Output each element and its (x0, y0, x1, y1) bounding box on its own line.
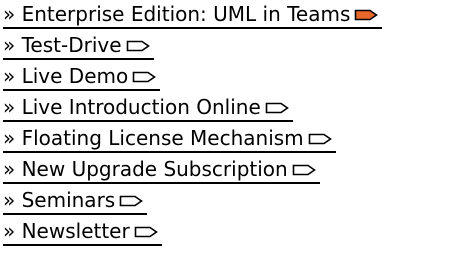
menu-item: » Newsletter (3, 219, 382, 250)
menu-link-enterprise-edition[interactable]: » Enterprise Edition: UML in Teams (3, 2, 383, 29)
menu-link-floating-license[interactable]: » Floating License Mechanism (3, 126, 336, 153)
menu-item: » Live Demo (3, 64, 382, 95)
menu-link-live-introduction-online[interactable]: » Live Introduction Online (3, 95, 293, 122)
menu-item: » Floating License Mechanism (3, 126, 382, 157)
menu-link-label: » Test-Drive (3, 33, 122, 57)
menu-link-label: » Newsletter (3, 219, 130, 243)
menu-link-newsletter[interactable]: » Newsletter (3, 219, 162, 246)
arrow-right-icon (265, 102, 289, 114)
menu-link-seminars[interactable]: » Seminars (3, 188, 148, 215)
menu-link-live-demo[interactable]: » Live Demo (3, 64, 161, 91)
menu-link-label: » New Upgrade Subscription (3, 157, 288, 181)
arrow-right-icon (354, 9, 379, 21)
arrow-right-icon (308, 133, 332, 145)
arrow-right-icon (292, 164, 316, 176)
menu-link-label: » Live Demo (3, 64, 129, 88)
arrow-right-icon (134, 226, 158, 238)
menu-link-label: » Seminars (3, 188, 116, 212)
menu-item: » Test-Drive (3, 33, 382, 64)
menu-link-test-drive[interactable]: » Test-Drive (3, 33, 154, 60)
menu-link-label: » Enterprise Edition: UML in Teams (3, 2, 351, 26)
link-menu: » Enterprise Edition: UML in Teams » Tes… (3, 2, 383, 250)
menu-item: » Live Introduction Online (3, 95, 382, 126)
menu-item: » New Upgrade Subscription (3, 157, 382, 188)
menu-item: » Enterprise Edition: UML in Teams (3, 2, 383, 33)
menu-link-label: » Live Introduction Online (3, 95, 261, 119)
arrow-right-icon (132, 71, 157, 83)
arrow-right-icon (126, 40, 150, 52)
arrow-right-icon (119, 195, 144, 207)
menu-link-upgrade-subscription[interactable]: » New Upgrade Subscription (3, 157, 320, 184)
menu-link-label: » Floating License Mechanism (3, 126, 304, 150)
menu-item: » Seminars (3, 188, 382, 219)
